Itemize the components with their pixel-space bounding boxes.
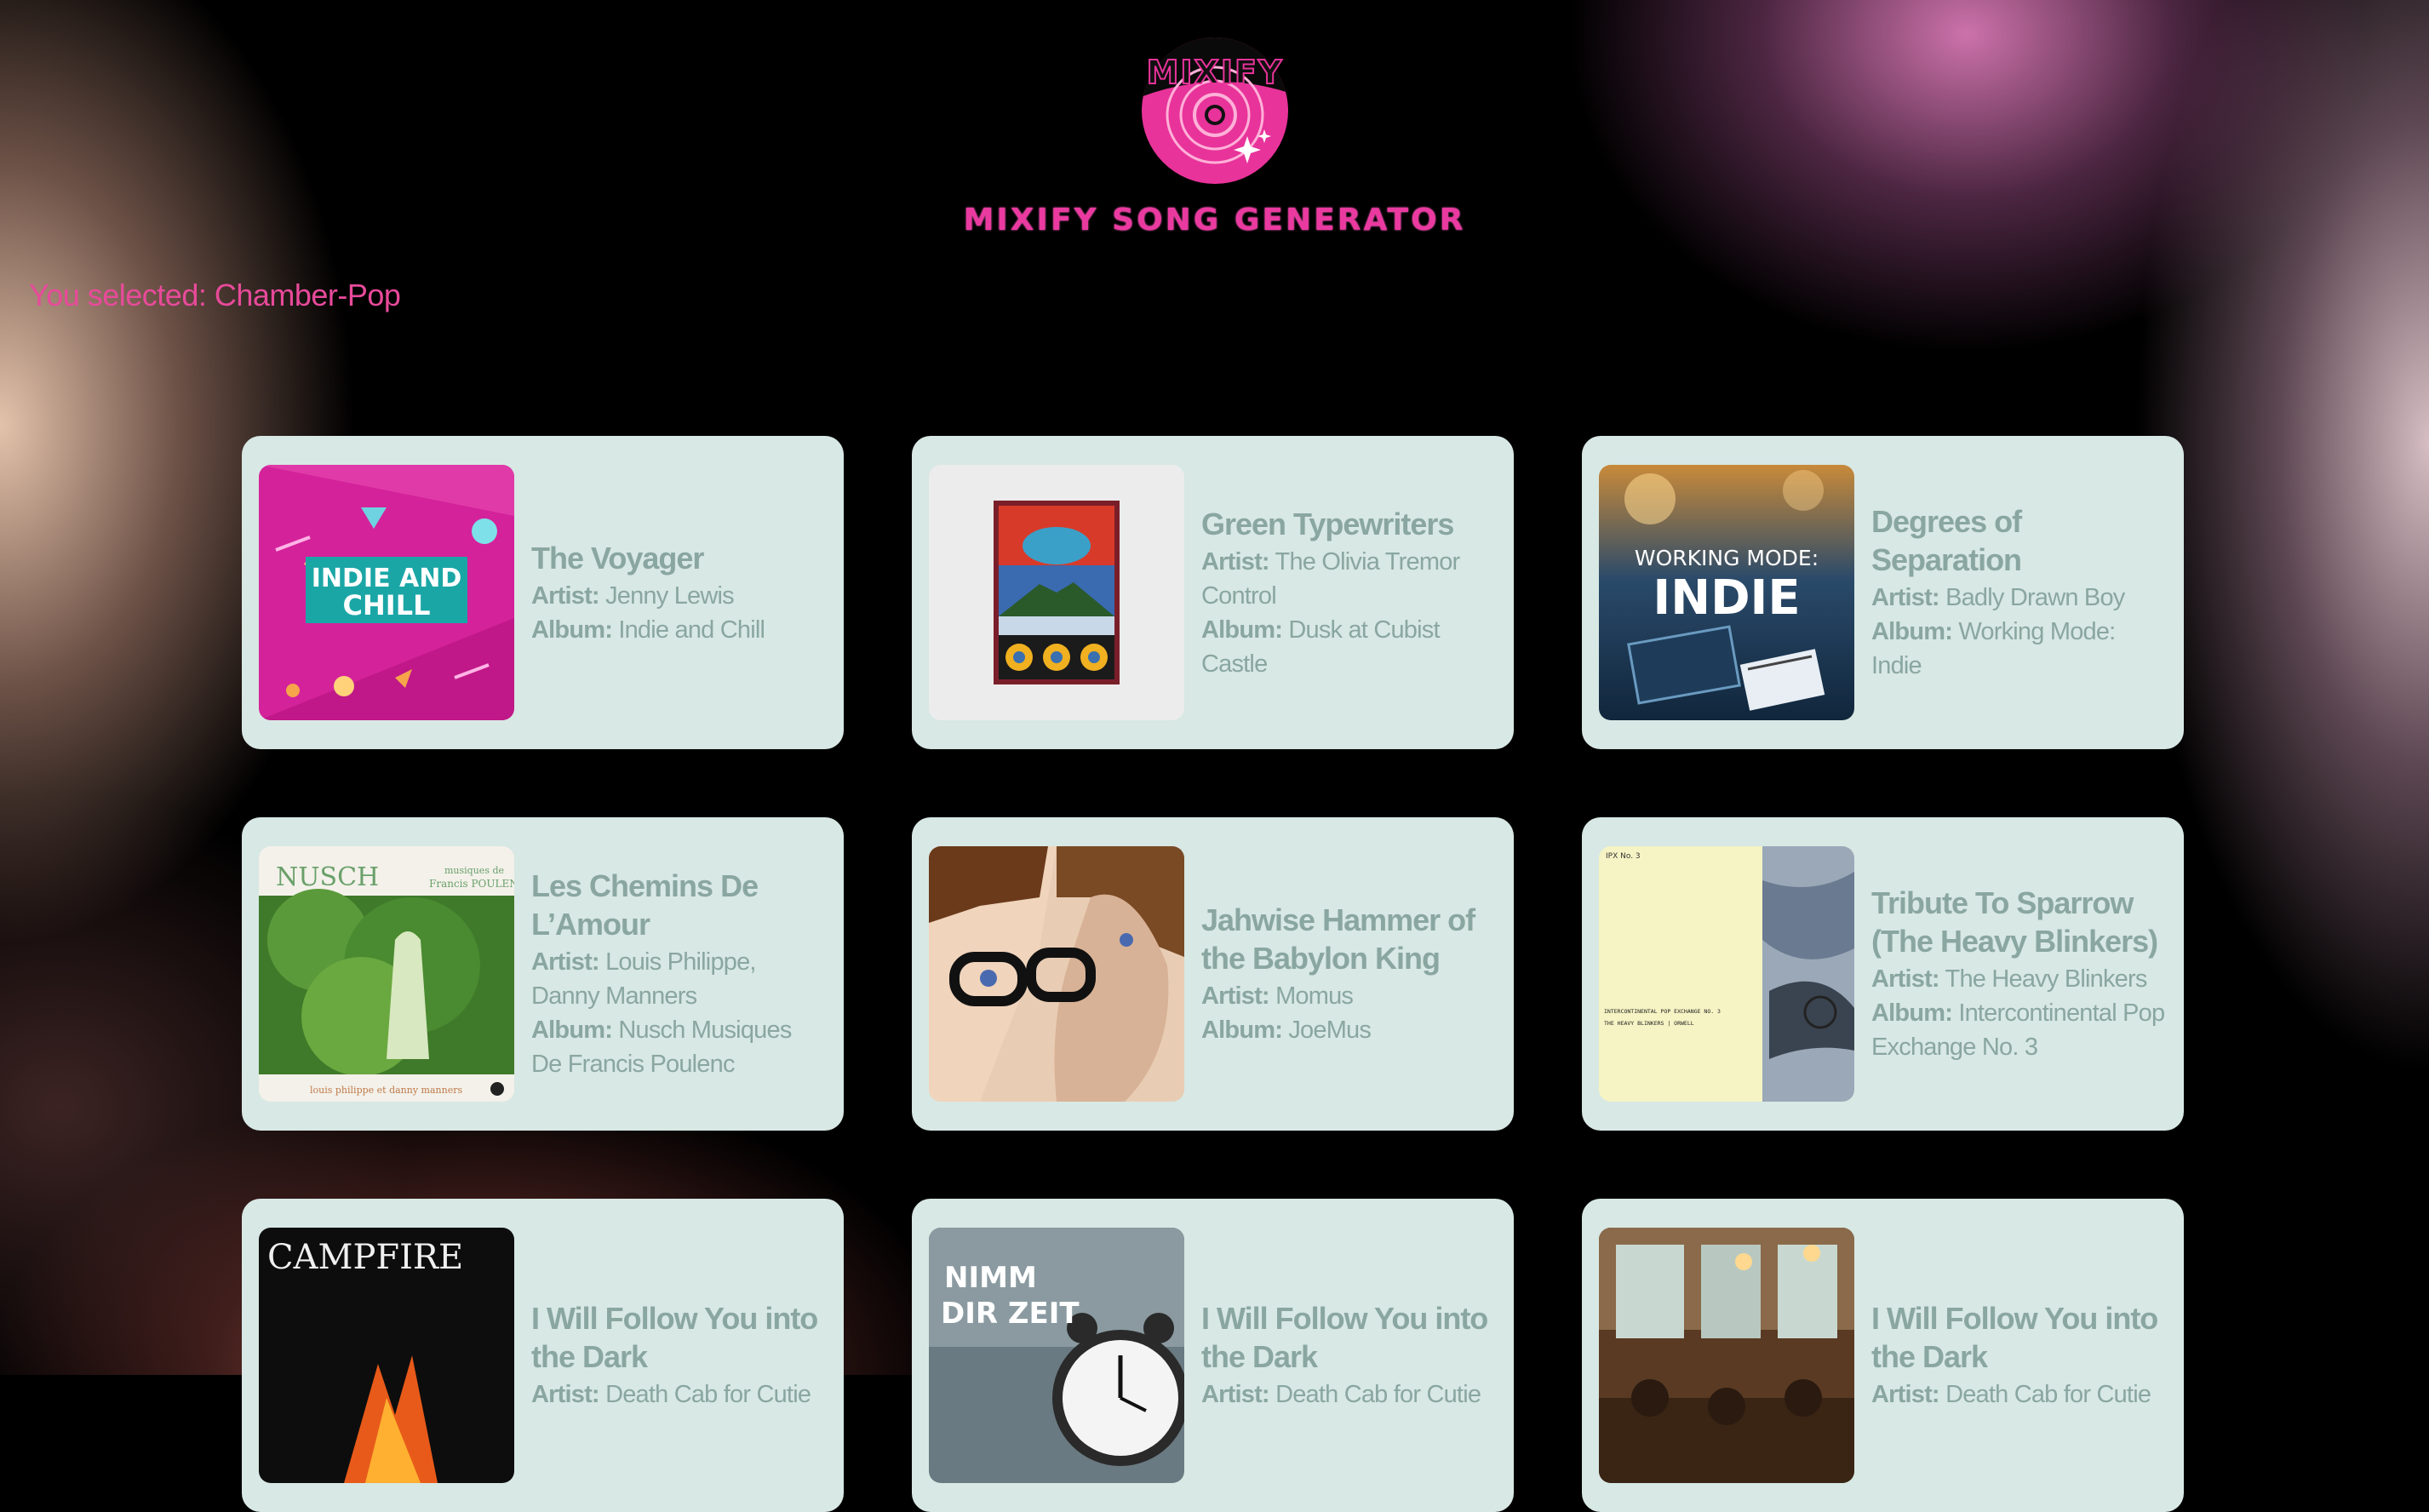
artist-line: Artist: Louis Philippe, Danny Manners [531,945,827,1013]
artist-label: Artist: [1871,965,1940,993]
album-label: Album: [531,616,613,644]
album-cover [929,846,1184,1102]
song-info: Green Typewriters Artist: The Olivia Tre… [1201,505,1497,681]
album-cover [1599,1228,1854,1483]
song-card[interactable]: INDIE AND CHILL The Voyager Artist: Jenn… [242,436,844,749]
cover-text: Francis POULENC [429,878,514,890]
song-title: I Will Follow You into the Dark [1871,1301,2158,1374]
cover-text: IPX No. 3 [1606,852,1641,861]
album-cover: NUSCH musiques de Francis POULENC louis … [259,846,514,1102]
album-cover: IPX No. 3 INTERCONTINENTAL POP EXCHANGE … [1599,846,1854,1102]
album-cover [929,465,1184,720]
artist-value: Death Cab for Cutie [605,1381,811,1408]
song-title: Jahwise Hammer of the Babylon King [1201,902,1475,976]
song-info: Tribute To Sparrow (The Heavy Blinkers) … [1871,884,2167,1064]
song-card[interactable]: I Will Follow You into the Dark Artist: … [1582,1199,2184,1512]
artist-line: Artist: Death Cab for Cutie [1871,1377,2167,1412]
cover-text: louis philippe et danny manners [310,1085,462,1096]
album-line: Album: Working Mode: Indie [1871,615,2167,683]
album-cover: WORKING MODE: INDIE [1599,465,1854,720]
cover-text: CHILL [343,589,431,621]
album-label: Album: [1871,999,1953,1027]
mixify-logo-icon[interactable]: MIXIFY [1138,34,1292,187]
song-title: I Will Follow You into the Dark [531,1301,818,1374]
song-card[interactable]: NIMM DIR ZEIT I Will Follow You into the… [912,1199,1514,1512]
artist-value: Momus [1275,982,1354,1010]
artist-label: Artist: [1201,1381,1270,1408]
song-card[interactable]: IPX No. 3 INTERCONTINENTAL POP EXCHANGE … [1582,817,2184,1131]
artist-line: Artist: The Heavy Blinkers [1871,962,2167,996]
page-title: MIXIFY SONG GENERATOR [963,203,1466,238]
artist-value: Badly Drawn Boy [1945,584,2125,611]
song-card[interactable]: NUSCH musiques de Francis POULENC louis … [242,817,844,1131]
album-line: Album: Intercontinental Pop Exchange No.… [1871,996,2167,1064]
album-value: JoeMus [1288,1017,1372,1044]
cover-text: THE HEAVY BLINKERS | ORWELL [1604,1020,1694,1027]
artist-line: Artist: Death Cab for Cutie [1201,1377,1497,1412]
cover-text: CAMPFIRE [267,1238,463,1277]
song-title: I Will Follow You into the Dark [1201,1301,1488,1374]
album-line: Album: Indie and Chill [531,613,827,647]
album-cover: NIMM DIR ZEIT [929,1228,1184,1483]
artist-line: Artist: The Olivia Tremor Control [1201,545,1497,613]
album-label: Album: [1201,1017,1283,1044]
artist-value: Death Cab for Cutie [1945,1381,2151,1408]
artist-line: Artist: Jenny Lewis [531,579,827,613]
selection-status: You selected: Chamber-Pop [29,278,401,312]
artist-label: Artist: [1201,982,1270,1010]
album-label: Album: [1201,616,1283,644]
artist-label: Artist: [531,1381,600,1408]
song-title: Les Chemins De L’Amour [531,868,759,942]
song-title: Degrees of Separation [1871,504,2022,577]
album-line: Album: Dusk at Cubist Castle [1201,613,1497,681]
cover-text: WORKING MODE: [1635,546,1819,570]
album-cover: INDIE AND CHILL [259,465,514,720]
song-info: I Will Follow You into the Dark Artist: … [531,1299,827,1412]
song-info: Les Chemins De L’Amour Artist: Louis Phi… [531,867,827,1081]
artist-label: Artist: [531,948,600,976]
logo-text: MIXIFY [1146,54,1283,91]
cover-text: NIMM [944,1261,1037,1295]
cover-text: INDIE [1653,570,1800,626]
album-line: Album: JoeMus [1201,1013,1497,1047]
song-info: I Will Follow You into the Dark Artist: … [1871,1299,2167,1412]
header: MIXIFY MIXIFY SONG GENERATOR [0,34,2429,238]
album-value: Indie and Chill [618,616,765,644]
artist-line: Artist: Momus [1201,979,1497,1013]
song-card[interactable]: CAMPFIRE I Will Follow You into the Dark… [242,1199,844,1512]
song-info: I Will Follow You into the Dark Artist: … [1201,1299,1497,1412]
cover-text: NUSCH [276,862,379,892]
artist-line: Artist: Badly Drawn Boy [1871,581,2167,615]
song-card[interactable]: Green Typewriters Artist: The Olivia Tre… [912,436,1514,749]
artist-value: The Heavy Blinkers [1945,965,2148,993]
song-info: Degrees of Separation Artist: Badly Draw… [1871,502,2167,683]
artist-value: Death Cab for Cutie [1275,1381,1481,1408]
song-title: Tribute To Sparrow (The Heavy Blinkers) [1871,885,2158,959]
artist-label: Artist: [1871,584,1940,611]
artist-label: Artist: [1871,1381,1940,1408]
album-line: Album: Nusch Musiques De Francis Poulenc [531,1013,827,1081]
cover-text: DIR ZEIT [941,1297,1080,1331]
song-card[interactable]: Jahwise Hammer of the Babylon King Artis… [912,817,1514,1131]
song-title: The Voyager [531,540,704,576]
artist-line: Artist: Death Cab for Cutie [531,1377,827,1412]
artist-label: Artist: [1201,547,1270,576]
artist-value: Jenny Lewis [605,581,735,610]
song-info: Jahwise Hammer of the Babylon King Artis… [1201,901,1497,1047]
song-card[interactable]: WORKING MODE: INDIE Degrees of Separatio… [1582,436,2184,749]
song-grid: INDIE AND CHILL The Voyager Artist: Jenn… [242,436,2184,1512]
album-cover: CAMPFIRE [259,1228,514,1483]
song-title: Green Typewriters [1201,506,1454,541]
album-label: Album: [531,1017,613,1044]
cover-text: musiques de [444,865,504,876]
cover-text: INTERCONTINENTAL POP EXCHANGE NO. 3 [1604,1008,1721,1015]
song-info: The Voyager Artist: Jenny Lewis Album: I… [531,539,827,647]
artist-label: Artist: [531,581,600,610]
album-label: Album: [1871,618,1953,645]
